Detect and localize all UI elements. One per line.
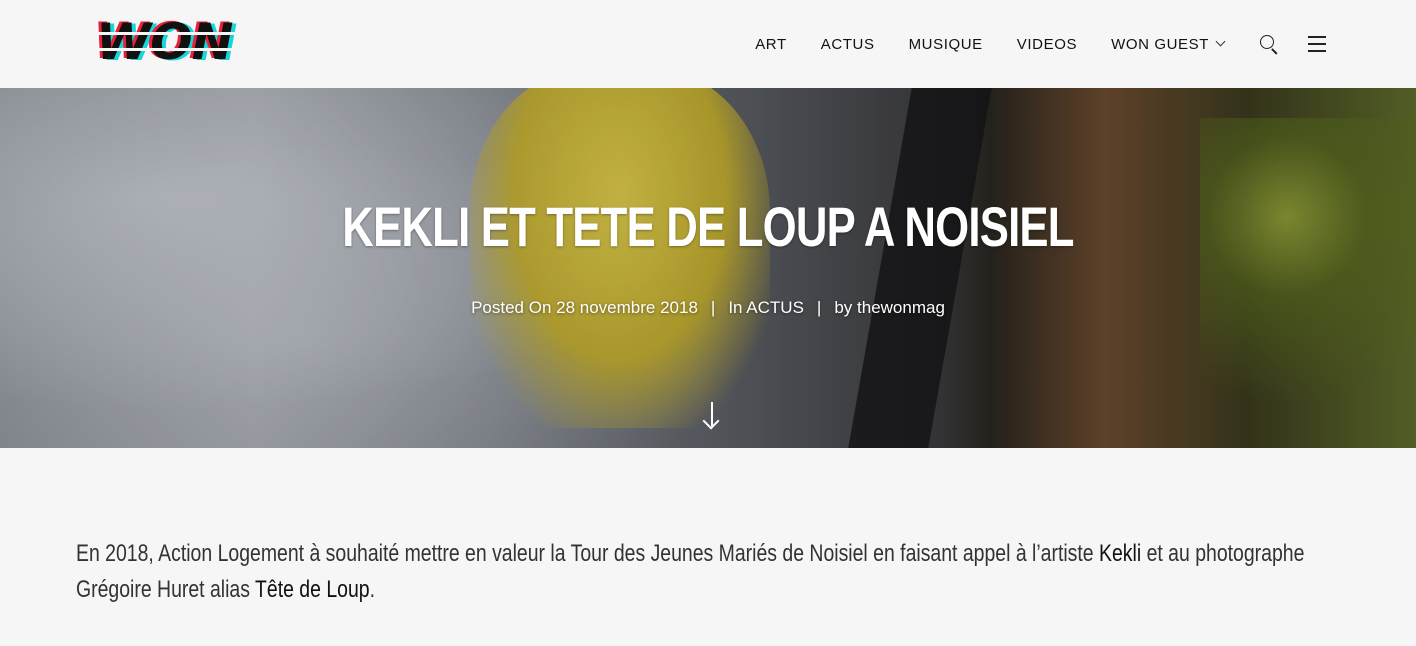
meta-separator: | [816,298,822,317]
nav-item-label: WON GUEST [1111,35,1209,53]
article-paragraph: En 2018, Action Logement à souhaité mett… [76,536,1346,608]
photographer-name-tete-de-loup: Tête de Loup [255,576,370,603]
menu-line [1308,43,1326,45]
logo-glitch-slice [92,48,282,51]
post-meta: Posted On 28 novembre 2018 | In ACTUS | by t… [0,298,1416,318]
logo-glitch-slice [92,32,282,35]
post-author-link[interactable]: by thewonmag [834,298,945,317]
page-title: KEKLI ET TETE DE LOUP A NOISIEL [342,195,1074,258]
nav-item-videos[interactable]: VIDEOS [1017,36,1077,53]
hero-overlay [0,88,1416,448]
search-icon[interactable] [1258,33,1280,55]
article-body: En 2018, Action Logement à souhaité mett… [76,536,1346,608]
post-date: Posted On 28 novembre 2018 [471,298,698,317]
hero-banner: KEKLI ET TETE DE LOUP A NOISIEL Posted O… [0,88,1416,448]
menu-line [1308,36,1326,38]
meta-separator: | [710,298,716,317]
menu-line [1308,50,1326,52]
arrow-down-icon[interactable] [702,400,722,430]
nav-item-won-guest[interactable]: WON GUEST [1111,35,1226,53]
nav-item-actus[interactable]: ACTUS [821,36,875,53]
arrow-head [702,412,720,430]
artist-name-kekli: Kekli [1099,540,1142,567]
main-nav: ART ACTUS MUSIQUE VIDEOS WON GUEST [755,0,1416,88]
nav-item-art[interactable]: ART [755,36,787,53]
site-header: WON WON WON ART ACTUS MUSIQUE VIDEOS WON… [0,0,1416,88]
site-logo[interactable]: WON WON WON [92,13,282,71]
article-text: En 2018, Action Logement à souhaité mett… [76,540,1100,567]
nav-item-musique[interactable]: MUSIQUE [909,36,983,53]
search-icon-ring [1260,35,1274,49]
search-icon-handle [1271,48,1278,55]
logo-text: WON [96,13,234,71]
chevron-down-icon [1215,36,1226,46]
hamburger-menu-icon[interactable] [1308,36,1326,52]
article-text: . [369,576,375,603]
post-category-link[interactable]: In ACTUS [728,298,804,317]
